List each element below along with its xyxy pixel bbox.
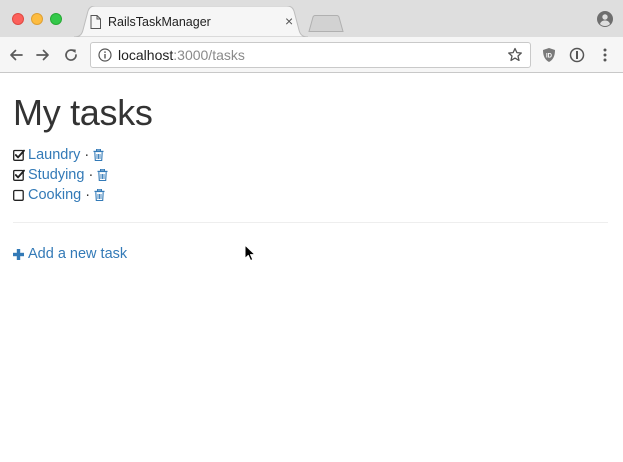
task-link-cooking[interactable]: Cooking <box>28 185 81 205</box>
back-arrow-icon[interactable] <box>8 47 24 63</box>
browser-toolbar: localhost:3000/tasks ID <box>0 37 623 73</box>
task-item-studying: Studying · <box>13 165 108 185</box>
new-tab-button[interactable] <box>308 15 344 32</box>
checked-box-icon[interactable] <box>13 149 25 161</box>
svg-text:ID: ID <box>546 54 553 60</box>
trash-icon[interactable] <box>94 189 105 201</box>
minimize-window-button[interactable] <box>31 13 43 25</box>
forward-arrow-icon[interactable] <box>35 47 51 63</box>
extension-circle-icon[interactable] <box>569 47 585 63</box>
task-link-laundry[interactable]: Laundry <box>28 145 80 165</box>
page-title: My tasks <box>13 92 153 133</box>
info-icon[interactable] <box>98 48 112 62</box>
kebab-menu-icon[interactable] <box>597 47 613 63</box>
star-icon[interactable] <box>507 47 523 63</box>
mouse-cursor-icon <box>244 244 256 262</box>
trash-icon[interactable] <box>93 149 104 161</box>
zoom-window-button[interactable] <box>50 13 62 25</box>
address-path: :3000/tasks <box>173 47 245 63</box>
checked-box-icon[interactable] <box>13 169 25 181</box>
task-item-cooking: Cooking · <box>13 185 108 205</box>
page-favicon-icon <box>90 15 101 29</box>
address-host: localhost <box>118 47 174 63</box>
ublock-shield-icon[interactable]: ID <box>541 47 557 63</box>
add-task-link[interactable]: Add a new task <box>13 244 127 264</box>
address-text: localhost:3000/tasks <box>118 47 245 63</box>
task-item-laundry: Laundry · <box>13 145 108 165</box>
trash-icon[interactable] <box>97 169 108 181</box>
task-list: Laundry · Studying · Cooking · <box>13 145 108 205</box>
separator: · <box>88 167 94 183</box>
profile-icon[interactable] <box>597 11 613 27</box>
separator: · <box>84 147 90 163</box>
page-content: My tasks Laundry · Studying · Cooking · … <box>0 73 623 462</box>
unchecked-box-icon[interactable] <box>13 189 25 201</box>
close-window-button[interactable] <box>12 13 24 25</box>
tab-railstaskmanager[interactable]: RailsTaskManager × <box>74 6 308 37</box>
tab-strip: RailsTaskManager × <box>0 0 623 37</box>
tab-close-icon[interactable]: × <box>285 14 293 28</box>
browser-window: RailsTaskManager × localhost:3000/tasks … <box>0 0 623 462</box>
divider <box>13 222 608 223</box>
separator: · <box>85 187 91 203</box>
address-bar[interactable]: localhost:3000/tasks <box>90 42 531 68</box>
add-task-label: Add a new task <box>28 246 128 262</box>
reload-icon[interactable] <box>63 47 79 63</box>
task-link-studying[interactable]: Studying <box>28 165 84 185</box>
tab-title: RailsTaskManager <box>108 15 211 29</box>
plus-icon <box>13 248 24 260</box>
